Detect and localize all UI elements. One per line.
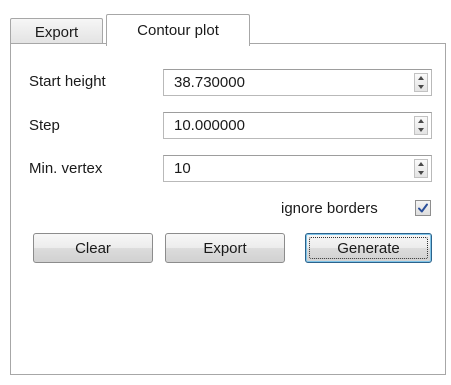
tab-export[interactable]: Export (10, 18, 103, 45)
min-vertex-spin-buttons (414, 159, 428, 178)
min-vertex-spinbox[interactable]: 10 (163, 155, 432, 182)
start-height-label: Start height (29, 73, 106, 90)
ignore-borders-checkbox[interactable] (415, 200, 431, 216)
min-vertex-value[interactable]: 10 (174, 156, 191, 181)
start-height-spinbox[interactable]: 38.730000 (163, 69, 432, 96)
min-vertex-label: Min. vertex (29, 160, 103, 177)
down-arrow-icon[interactable] (415, 83, 427, 91)
export-button[interactable]: Export (165, 233, 285, 263)
up-arrow-icon[interactable] (415, 74, 427, 82)
step-label: Step (29, 117, 60, 134)
tab-contour-plot[interactable]: Contour plot (106, 14, 250, 46)
down-arrow-icon[interactable] (415, 169, 427, 177)
contour-plot-panel: Start height 38.730000 Step 10.000000 Mi… (10, 43, 446, 375)
step-spinbox[interactable]: 10.000000 (163, 112, 432, 139)
clear-button[interactable]: Clear (33, 233, 153, 263)
start-height-spin-buttons (414, 73, 428, 92)
step-spin-buttons (414, 116, 428, 135)
generate-button[interactable]: Generate (305, 233, 432, 263)
ignore-borders-label[interactable]: ignore borders (281, 198, 378, 220)
up-arrow-icon[interactable] (415, 160, 427, 168)
start-height-value[interactable]: 38.730000 (174, 70, 245, 95)
tab-bar: Export Contour plot (10, 14, 450, 46)
generate-button-label: Generate (337, 239, 400, 257)
down-arrow-icon[interactable] (415, 126, 427, 134)
checkmark-icon (418, 203, 428, 213)
up-arrow-icon[interactable] (415, 117, 427, 125)
step-value[interactable]: 10.000000 (174, 113, 245, 138)
